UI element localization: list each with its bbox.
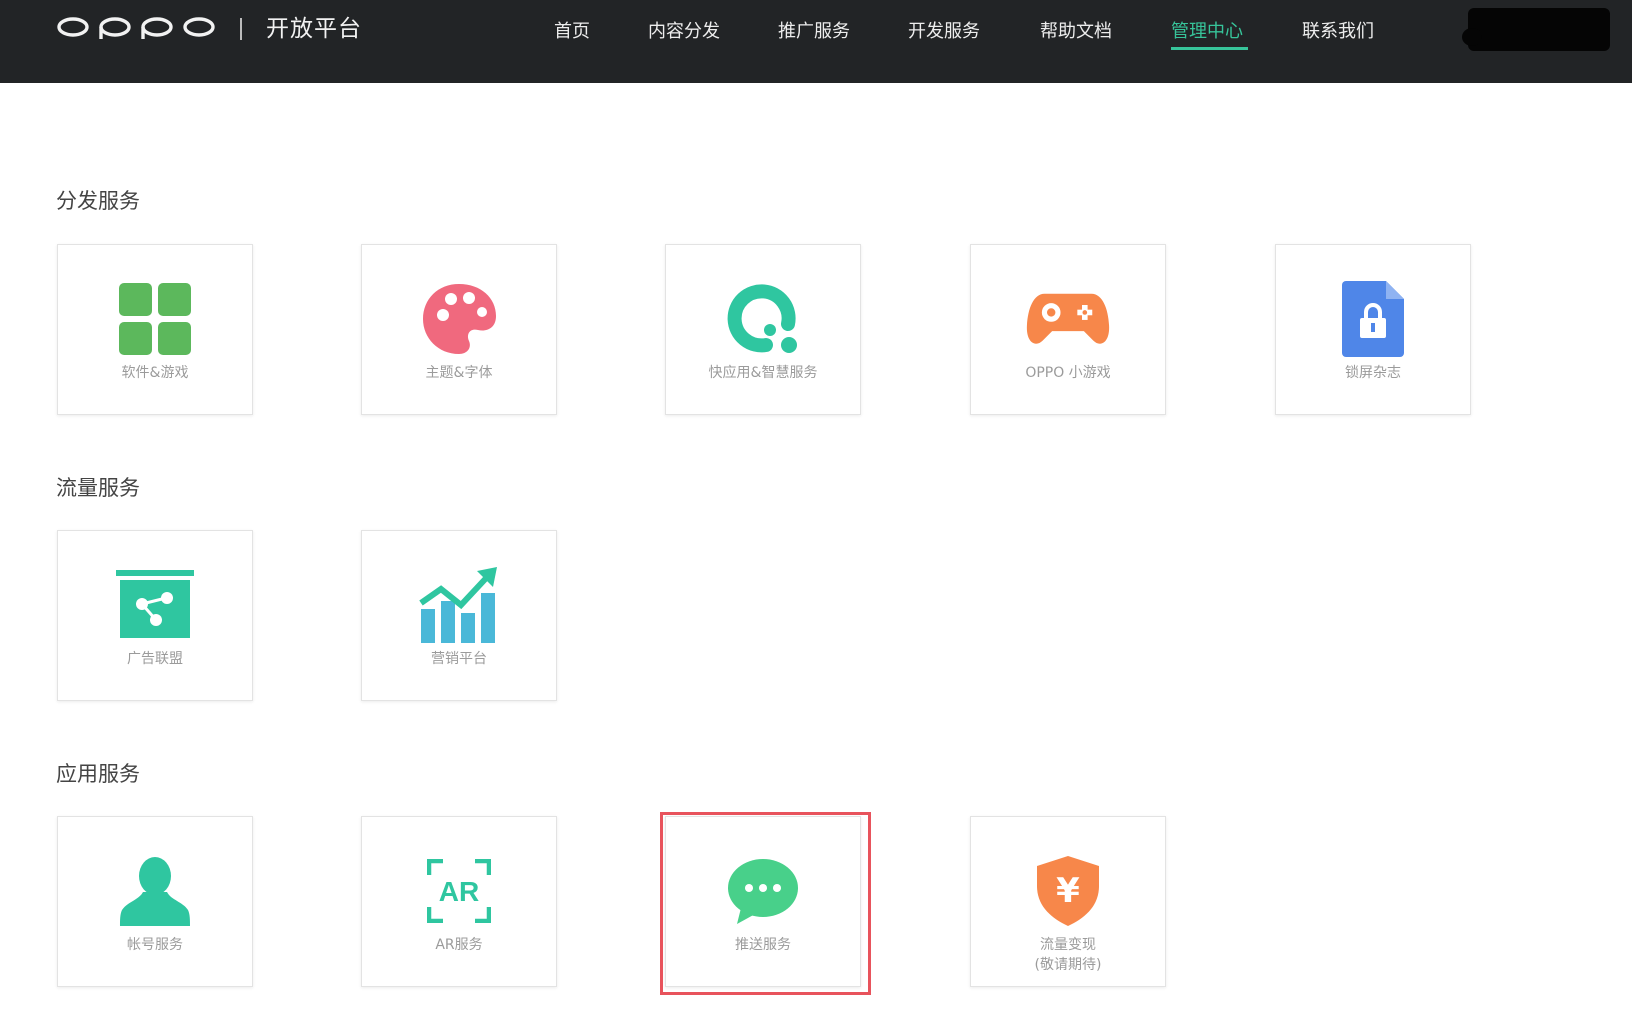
ad-board-icon: [113, 563, 197, 647]
card-traffic-monetization[interactable]: ¥ 流量变现 (敬请期待): [970, 816, 1166, 987]
card-software-games[interactable]: 软件&游戏: [57, 244, 253, 415]
card-marketing-platform[interactable]: 营销平台: [361, 530, 557, 701]
chat-bubble-icon: [721, 849, 805, 933]
ar-icon: AR: [417, 849, 501, 933]
user-icon: [113, 849, 197, 933]
card-label: 广告联盟: [127, 651, 183, 667]
card-oppo-minigames[interactable]: OPPO 小游戏: [970, 244, 1166, 415]
card-label: 软件&游戏: [121, 365, 189, 381]
platform-name: 开放平台: [266, 16, 362, 42]
gamepad-icon: [1026, 277, 1110, 361]
svg-text:¥: ¥: [1056, 871, 1080, 911]
nav-item-promotion[interactable]: 推广服务: [778, 18, 850, 46]
logo-separator: [240, 18, 242, 40]
yuan-shield-icon: ¥: [1026, 849, 1110, 933]
section-title-app-services: 应用服务: [56, 762, 140, 786]
card-quick-apps[interactable]: 快应用&智慧服务: [665, 244, 861, 415]
nav-item-development[interactable]: 开发服务: [908, 18, 980, 46]
redacted-user-area[interactable]: [1462, 8, 1610, 51]
oppo-logo[interactable]: [56, 17, 216, 39]
section-title-traffic: 流量服务: [56, 476, 140, 500]
app-grid-icon: [113, 277, 197, 361]
lock-file-icon: [1331, 277, 1415, 361]
card-themes-fonts[interactable]: 主题&字体: [361, 244, 557, 415]
card-push-service[interactable]: 推送服务: [665, 816, 861, 987]
card-lockscreen-magazine[interactable]: 锁屏杂志: [1275, 244, 1471, 415]
card-label: 锁屏杂志: [1345, 365, 1401, 381]
nav-item-home[interactable]: 首页: [554, 18, 590, 46]
section-title-distribution: 分发服务: [56, 189, 140, 213]
card-label: 快应用&智慧服务: [708, 365, 818, 381]
card-label: AR服务: [435, 937, 483, 953]
top-navigation-bar: 开放平台 首页 内容分发 推广服务 开发服务 帮助文档 管理中心 联系我们: [0, 0, 1632, 83]
active-nav-indicator: [1171, 47, 1248, 50]
nav-item-management-center[interactable]: 管理中心: [1171, 18, 1243, 46]
card-label: 营销平台: [431, 651, 487, 667]
card-ad-alliance[interactable]: 广告联盟: [57, 530, 253, 701]
quick-app-icon: [721, 277, 805, 361]
card-label: 流量变现 (敬请期待): [1034, 937, 1102, 973]
nav-item-content-distribution[interactable]: 内容分发: [648, 18, 720, 46]
nav-item-contact-us[interactable]: 联系我们: [1302, 18, 1374, 46]
card-label: OPPO 小游戏: [1025, 365, 1111, 381]
growth-chart-icon: [417, 563, 501, 647]
card-account-service[interactable]: 帐号服务: [57, 816, 253, 987]
card-label: 主题&字体: [425, 365, 493, 381]
palette-icon: [417, 277, 501, 361]
card-label: 推送服务: [735, 937, 791, 953]
svg-text:AR: AR: [439, 876, 479, 907]
card-label: 帐号服务: [127, 937, 183, 953]
card-ar-service[interactable]: AR AR服务: [361, 816, 557, 987]
nav-item-help-docs[interactable]: 帮助文档: [1040, 18, 1112, 46]
